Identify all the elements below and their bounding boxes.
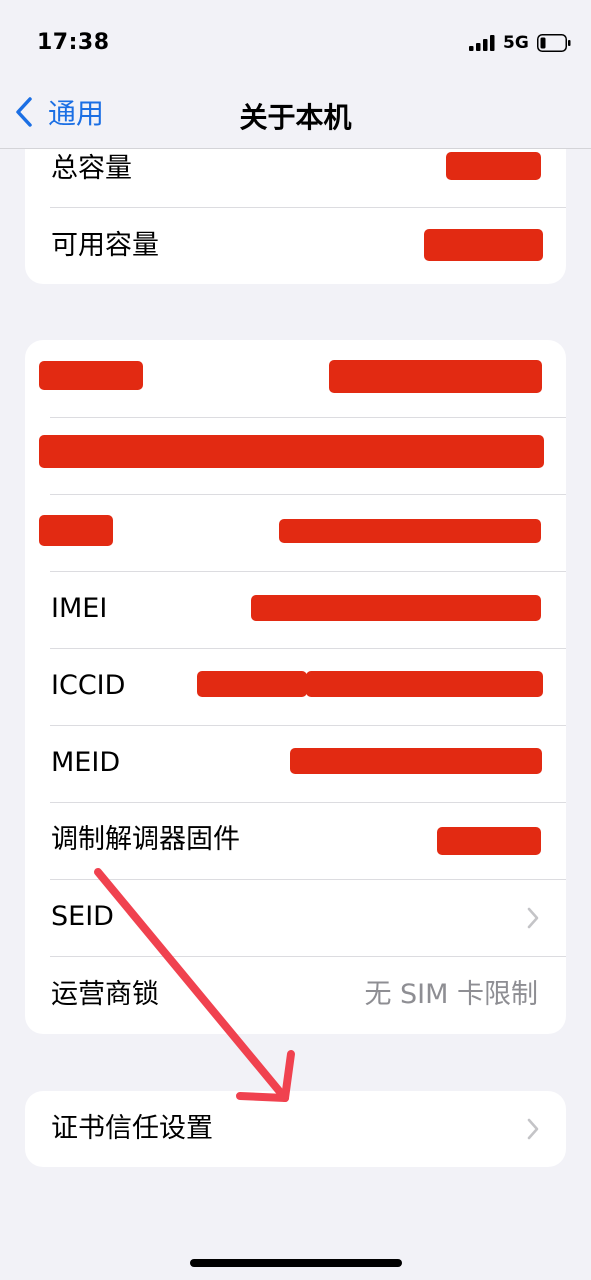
available-capacity-row: 可用容量 — [25, 207, 566, 284]
carrier-lock-label: 运营商锁 — [51, 979, 159, 1010]
chevron-right-icon — [527, 907, 539, 929]
network-type: 5G — [503, 33, 529, 53]
certificate-trust-label: 证书信任设置 — [51, 1113, 213, 1144]
redacted-value — [329, 360, 542, 393]
home-indicator[interactable] — [190, 1259, 402, 1267]
certificate-group: 证书信任设置 — [25, 1091, 566, 1167]
modem-firmware-label: 调制解调器固件 — [51, 824, 240, 855]
imei-row: IMEI — [25, 571, 566, 648]
redacted-label — [39, 515, 113, 546]
status-bar: 17:38 5G — [0, 0, 591, 86]
imei-label: IMEI — [51, 593, 108, 624]
redacted-value — [424, 229, 543, 261]
redacted-value — [197, 671, 307, 697]
status-time: 17:38 — [37, 30, 110, 55]
info-row — [25, 494, 566, 571]
seid-row[interactable]: SEID — [25, 879, 566, 956]
available-capacity-label: 可用容量 — [51, 230, 159, 261]
info-row — [25, 340, 566, 417]
redacted-value — [251, 595, 541, 621]
chevron-right-icon — [527, 1118, 539, 1140]
info-row — [25, 417, 566, 494]
redacted-value — [446, 152, 541, 180]
iccid-row: ICCID — [25, 648, 566, 725]
redacted-label — [39, 361, 143, 390]
total-capacity-label: 总容量 — [51, 153, 132, 184]
seid-label: SEID — [51, 901, 114, 932]
meid-label: MEID — [51, 747, 121, 778]
battery-icon — [537, 34, 571, 52]
carrier-lock-value: 无 SIM 卡限制 — [364, 979, 538, 1010]
cellular-signal-icon — [469, 35, 495, 51]
certificate-trust-settings-row[interactable]: 证书信任设置 — [25, 1091, 566, 1167]
iccid-label: ICCID — [51, 670, 126, 701]
redacted-value — [290, 748, 542, 774]
carrier-lock-row: 运营商锁 无 SIM 卡限制 — [25, 956, 566, 1034]
redacted-value — [306, 671, 543, 697]
redacted-value — [437, 827, 541, 855]
redacted-value — [279, 519, 541, 543]
meid-row: MEID — [25, 725, 566, 802]
page-title: 关于本机 — [239, 101, 352, 134]
modem-firmware-row: 调制解调器固件 — [25, 802, 566, 879]
device-info-group: IMEI ICCID MEID 调制解调器固件 SEID 运营商锁 无 SIM … — [25, 340, 566, 1034]
redacted-row — [39, 435, 544, 468]
